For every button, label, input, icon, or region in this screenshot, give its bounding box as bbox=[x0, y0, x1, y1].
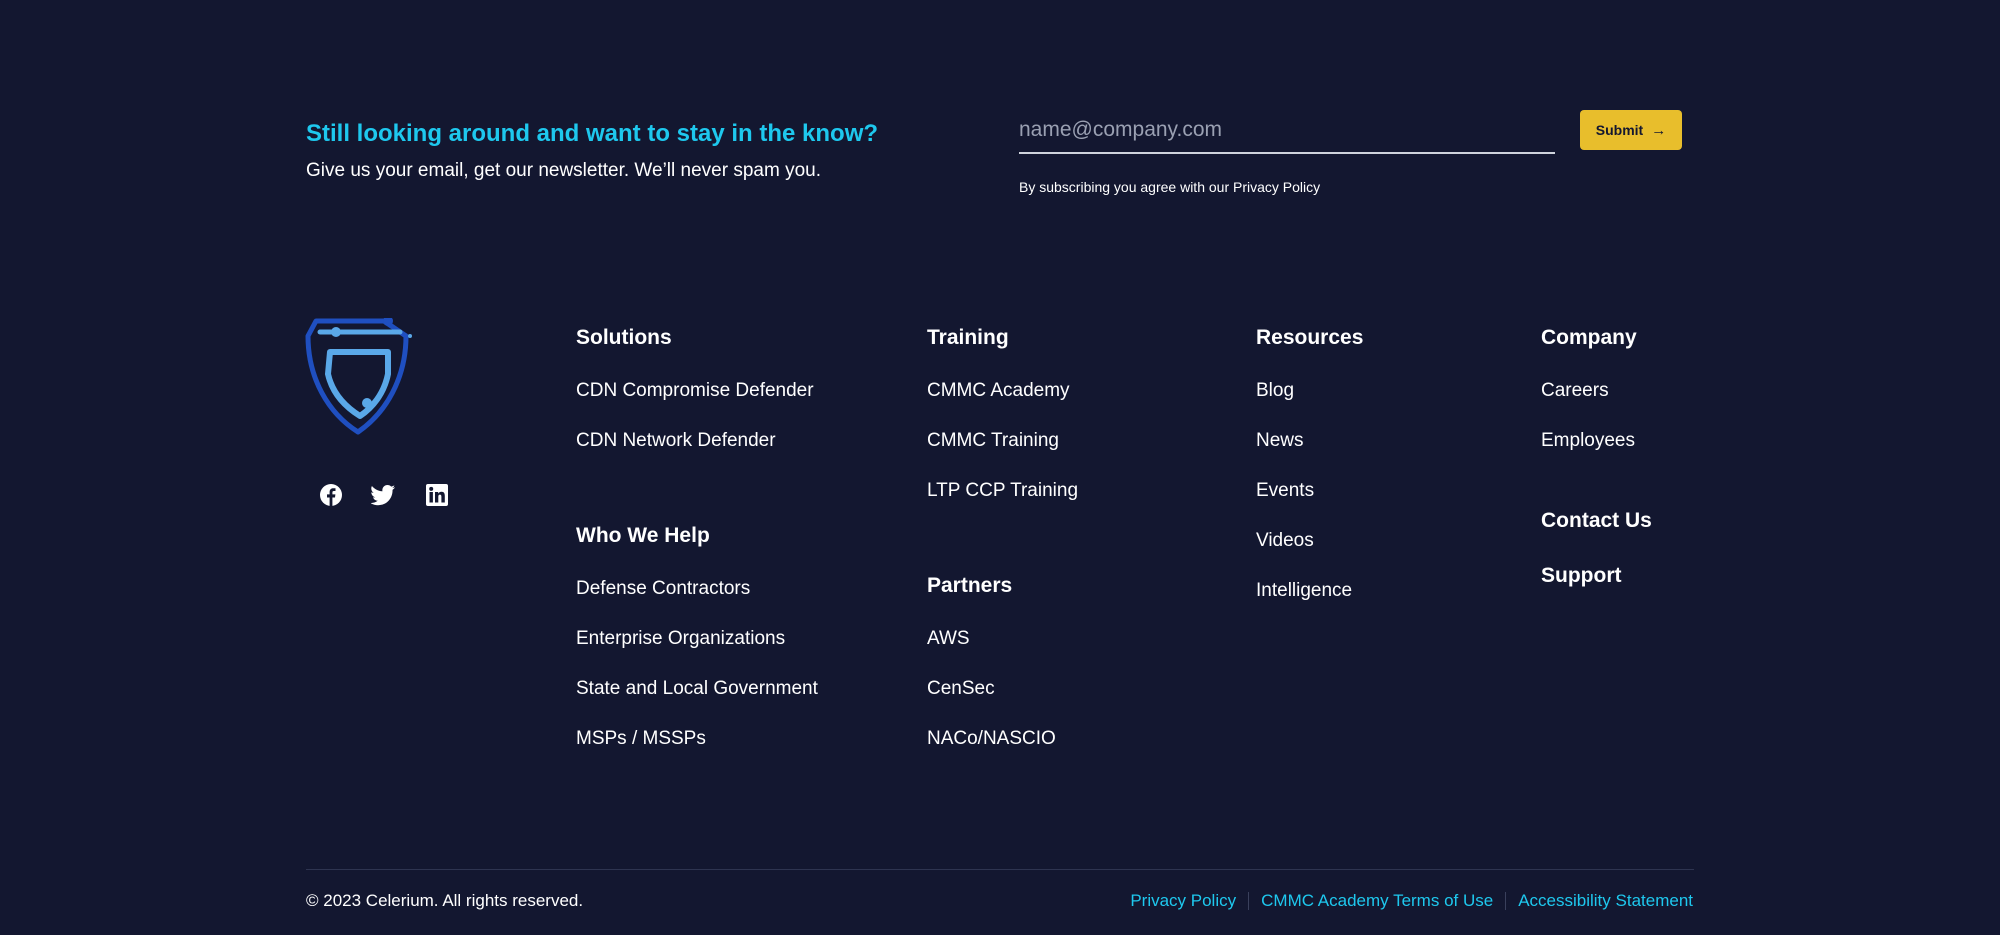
link-cmmc-academy-terms[interactable]: CMMC Academy Terms of Use bbox=[1261, 891, 1493, 911]
link-contact-us[interactable]: Contact Us bbox=[1541, 508, 1652, 533]
twitter-icon[interactable] bbox=[371, 482, 396, 507]
link-events[interactable]: Events bbox=[1256, 478, 1363, 503]
submit-label: Submit bbox=[1595, 122, 1644, 138]
solutions-column: Solutions CDN Compromise Defender CDN Ne… bbox=[576, 325, 818, 751]
resources-column: Resources Blog News Events Videos Intell… bbox=[1256, 325, 1363, 603]
link-cmmc-training[interactable]: CMMC Training bbox=[927, 428, 1078, 453]
social-links bbox=[318, 482, 449, 507]
facebook-icon[interactable] bbox=[318, 482, 343, 507]
legal-links: Privacy Policy CMMC Academy Terms of Use… bbox=[1130, 891, 1693, 911]
linkedin-icon[interactable] bbox=[424, 482, 449, 507]
celerium-logo[interactable] bbox=[304, 316, 416, 436]
link-blog[interactable]: Blog bbox=[1256, 378, 1363, 403]
link-msps-mssps[interactable]: MSPs / MSSPs bbox=[576, 726, 818, 751]
training-column: Training CMMC Academy CMMC Training LTP … bbox=[927, 325, 1078, 751]
legal-separator bbox=[1248, 892, 1250, 910]
link-defense-contractors[interactable]: Defense Contractors bbox=[576, 576, 818, 601]
link-cdn-compromise-defender[interactable]: CDN Compromise Defender bbox=[576, 378, 818, 403]
link-news[interactable]: News bbox=[1256, 428, 1363, 453]
link-videos[interactable]: Videos bbox=[1256, 528, 1363, 553]
who-we-help-heading: Who We Help bbox=[576, 524, 710, 547]
link-employees[interactable]: Employees bbox=[1541, 428, 1652, 453]
link-naco-nascio[interactable]: NACo/NASCIO bbox=[927, 726, 1078, 751]
footer-divider bbox=[306, 869, 1694, 870]
link-state-local-government[interactable]: State and Local Government bbox=[576, 676, 818, 701]
arrow-right-icon: → bbox=[1651, 121, 1667, 139]
link-careers[interactable]: Careers bbox=[1541, 378, 1652, 403]
consent-text: By subscribing you agree with our Privac… bbox=[1019, 179, 1321, 195]
email-field[interactable] bbox=[1019, 110, 1555, 150]
newsletter-subtext: Give us your email, get our newsletter. … bbox=[306, 160, 821, 181]
link-support[interactable]: Support bbox=[1541, 563, 1652, 588]
link-cmmc-academy[interactable]: CMMC Academy bbox=[927, 378, 1078, 403]
link-censec[interactable]: CenSec bbox=[927, 676, 1078, 701]
company-heading: Company bbox=[1541, 326, 1637, 349]
training-heading: Training bbox=[927, 326, 1009, 349]
link-cdn-network-defender[interactable]: CDN Network Defender bbox=[576, 428, 818, 453]
newsletter-heading: Still looking around and want to stay in… bbox=[306, 120, 879, 147]
link-ltp-ccp-training[interactable]: LTP CCP Training bbox=[927, 478, 1078, 503]
email-field-wrapper bbox=[1019, 110, 1555, 154]
shield-logo-icon bbox=[305, 316, 412, 435]
link-enterprise-organizations[interactable]: Enterprise Organizations bbox=[576, 626, 818, 651]
link-privacy-policy[interactable]: Privacy Policy bbox=[1130, 891, 1236, 911]
link-intelligence[interactable]: Intelligence bbox=[1256, 578, 1363, 603]
copyright-text: © 2023 Celerium. All rights reserved. bbox=[306, 891, 584, 910]
link-accessibility-statement[interactable]: Accessibility Statement bbox=[1518, 891, 1693, 911]
submit-button[interactable]: Submit → bbox=[1580, 110, 1682, 150]
solutions-heading: Solutions bbox=[576, 326, 672, 349]
partners-heading: Partners bbox=[927, 574, 1013, 597]
legal-separator bbox=[1505, 892, 1507, 910]
link-aws[interactable]: AWS bbox=[927, 626, 1078, 651]
company-column: Company Careers Employees Contact Us Sup… bbox=[1541, 325, 1652, 588]
resources-heading: Resources bbox=[1256, 326, 1364, 349]
